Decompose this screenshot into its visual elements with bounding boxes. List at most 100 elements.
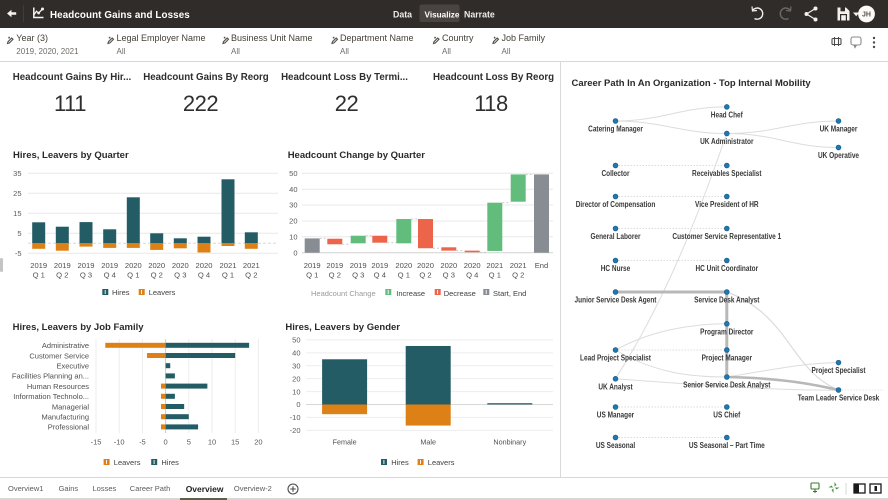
svg-text:Q 3: Q 3 <box>174 271 186 280</box>
svg-text:0: 0 <box>164 438 168 447</box>
svg-text:Receivables Specialist: Receivables Specialist <box>692 169 762 178</box>
svg-text:2020: 2020 <box>172 261 189 270</box>
svg-text:General Laborer: General Laborer <box>590 232 640 241</box>
svg-text:10: 10 <box>292 387 300 396</box>
svg-text:25: 25 <box>13 189 21 198</box>
svg-text:Human Resources: Human Resources <box>27 382 89 391</box>
svg-text:Female: Female <box>333 438 357 447</box>
svg-text:Team Leader Service Desk: Team Leader Service Desk <box>798 394 880 403</box>
svg-text:Q 3: Q 3 <box>352 271 364 280</box>
svg-text:Director of Compensation: Director of Compensation <box>576 200 656 209</box>
svg-text:US Seasonal – Part Time: US Seasonal – Part Time <box>689 441 765 450</box>
svg-text:222: 222 <box>183 91 218 116</box>
svg-text:Q 1: Q 1 <box>127 271 139 280</box>
svg-text:Q 2: Q 2 <box>419 271 431 280</box>
svg-text:Q 1: Q 1 <box>306 271 318 280</box>
svg-text:15: 15 <box>13 209 21 218</box>
svg-text:111: 111 <box>54 91 86 116</box>
svg-text:40: 40 <box>289 185 297 194</box>
svg-text:2019: 2019 <box>78 261 95 270</box>
svg-text:US Manager: US Manager <box>597 411 634 420</box>
svg-text:Headcount Gains By Hir...: Headcount Gains By Hir... <box>13 72 132 83</box>
svg-text:Increase: Increase <box>396 289 425 298</box>
svg-text:Headcount Loss By Reorg: Headcount Loss By Reorg <box>433 72 554 83</box>
svg-text:Head Chef: Head Chef <box>711 110 743 119</box>
svg-text:2020: 2020 <box>417 261 434 270</box>
svg-text:Project Specialist: Project Specialist <box>812 366 866 375</box>
svg-text:2019: 2019 <box>371 261 388 270</box>
svg-text:2019: 2019 <box>54 261 71 270</box>
svg-text:Vice President of HR: Vice President of HR <box>695 200 759 209</box>
svg-text:Customer Service: Customer Service <box>29 351 89 360</box>
svg-text:UK Manager: UK Manager <box>820 125 858 134</box>
svg-text:Hires, Leavers by Job Family: Hires, Leavers by Job Family <box>13 322 145 333</box>
svg-text:Hires: Hires <box>391 458 409 467</box>
svg-text:Narrate: Narrate <box>464 10 495 20</box>
svg-text:2020: 2020 <box>464 261 481 270</box>
svg-text:Hires: Hires <box>161 458 179 467</box>
svg-text:Managerial: Managerial <box>52 402 89 411</box>
svg-text:Executive: Executive <box>56 362 89 371</box>
svg-text:118: 118 <box>474 91 508 116</box>
svg-text:Service Desk Analyst: Service Desk Analyst <box>694 296 760 305</box>
svg-text:Q 3: Q 3 <box>80 271 92 280</box>
svg-text:Q 1: Q 1 <box>398 271 410 280</box>
svg-text:Career Path In An Organization: Career Path In An Organization - Top Int… <box>572 78 812 89</box>
svg-text:Administrative: Administrative <box>42 341 89 350</box>
svg-text:-20: -20 <box>290 426 301 435</box>
svg-text:Data: Data <box>393 10 412 20</box>
svg-text:Headcount Gains By Reorg: Headcount Gains By Reorg <box>143 72 269 83</box>
svg-text:2020: 2020 <box>395 261 412 270</box>
svg-text:2020: 2020 <box>148 261 165 270</box>
svg-text:20: 20 <box>289 217 297 226</box>
svg-text:40: 40 <box>292 349 300 358</box>
svg-text:2019: 2019 <box>304 261 321 270</box>
svg-text:Male: Male <box>420 438 436 447</box>
svg-text:Headcount Gains and Losses: Headcount Gains and Losses <box>50 10 190 21</box>
svg-text:Hires: Hires <box>112 288 130 297</box>
svg-text:Q 1: Q 1 <box>489 271 501 280</box>
svg-text:Q 4: Q 4 <box>104 271 116 280</box>
svg-text:HC Nurse: HC Nurse <box>601 264 631 273</box>
svg-text:Q 2: Q 2 <box>245 271 257 280</box>
svg-text:15: 15 <box>231 438 239 447</box>
svg-text:50: 50 <box>289 169 297 178</box>
svg-text:End: End <box>535 261 549 270</box>
svg-text:UK Analyst: UK Analyst <box>598 382 633 391</box>
svg-text:2019: 2019 <box>30 261 47 270</box>
svg-text:Headcount Change by Quarter: Headcount Change by Quarter <box>288 150 426 161</box>
svg-text:Junior Service Desk Agent: Junior Service Desk Agent <box>575 296 657 305</box>
svg-text:Q 4: Q 4 <box>374 271 386 280</box>
svg-text:UK Operative: UK Operative <box>818 151 860 160</box>
svg-text:50: 50 <box>292 336 300 345</box>
svg-text:Senior Service Desk Analyst: Senior Service Desk Analyst <box>683 381 771 390</box>
svg-text:Q 3: Q 3 <box>443 271 455 280</box>
svg-text:30: 30 <box>292 361 300 370</box>
svg-text:2020: 2020 <box>440 261 457 270</box>
svg-text:0: 0 <box>296 400 300 409</box>
svg-text:5: 5 <box>187 438 191 447</box>
svg-text:Headcount Loss By Termi...: Headcount Loss By Termi... <box>281 72 408 83</box>
svg-text:-5: -5 <box>15 249 22 258</box>
svg-text:US Seasonal: US Seasonal <box>596 441 635 450</box>
svg-text:JH: JH <box>862 12 871 19</box>
svg-text:2020: 2020 <box>196 261 213 270</box>
svg-text:Hires, Leavers by Gender: Hires, Leavers by Gender <box>285 322 400 333</box>
svg-text:20: 20 <box>292 374 300 383</box>
svg-text:Q 4: Q 4 <box>466 271 478 280</box>
svg-text:2021: 2021 <box>243 261 260 270</box>
svg-text:Headcount Change: Headcount Change <box>311 289 376 298</box>
svg-text:Q 2: Q 2 <box>329 271 341 280</box>
svg-text:Customer Service Representativ: Customer Service Representative 1 <box>672 232 781 241</box>
svg-text:20: 20 <box>254 438 262 447</box>
svg-text:-10: -10 <box>114 438 125 447</box>
svg-text:35: 35 <box>13 169 21 178</box>
svg-text:-15: -15 <box>91 438 102 447</box>
svg-text:Program Director: Program Director <box>700 327 753 336</box>
svg-text:Q 4: Q 4 <box>198 271 210 280</box>
svg-text:2020: 2020 <box>125 261 142 270</box>
svg-text:2021: 2021 <box>220 261 237 270</box>
svg-text:HC Unit Coordinator: HC Unit Coordinator <box>696 264 759 273</box>
svg-text:Q 2: Q 2 <box>56 271 68 280</box>
svg-text:Catering Manager: Catering Manager <box>588 125 643 134</box>
